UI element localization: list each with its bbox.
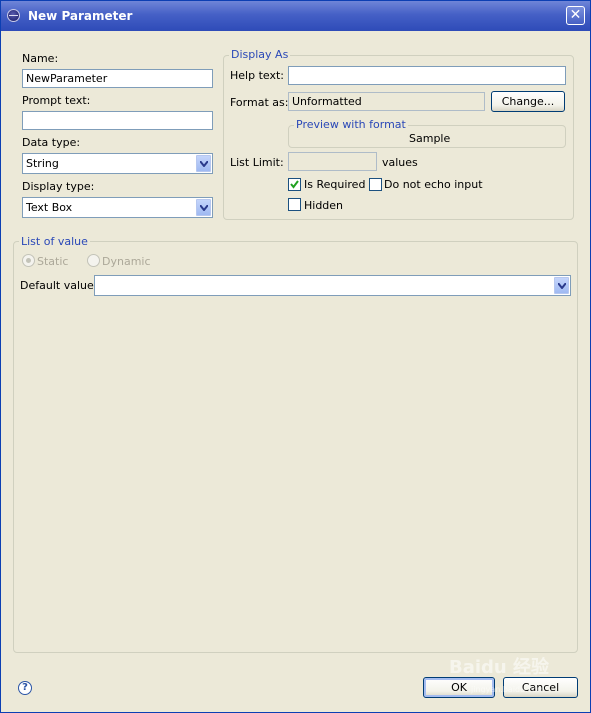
help-icon[interactable]: ?	[18, 681, 32, 695]
close-button[interactable]: ✕	[566, 6, 585, 25]
values-label: values	[382, 156, 418, 169]
data-type-label: Data type:	[22, 136, 81, 149]
prompt-text-field[interactable]	[22, 111, 213, 130]
default-value-select[interactable]	[94, 275, 571, 296]
hidden-checkbox[interactable]	[288, 198, 301, 211]
name-field[interactable]: NewParameter	[22, 69, 213, 88]
name-label: Name:	[22, 52, 59, 65]
format-as-field: Unformatted	[288, 92, 485, 111]
chevron-down-icon[interactable]	[554, 277, 569, 294]
dialog-title: New Parameter	[28, 9, 133, 23]
baidu-watermark-url: jingyan.baidu.com	[471, 685, 545, 694]
display-as-title: Display As	[229, 48, 291, 61]
is-required-label: Is Required	[304, 178, 366, 191]
list-limit-field	[288, 152, 377, 171]
display-type-value: Text Box	[26, 201, 73, 214]
format-as-label: Format as:	[230, 96, 289, 109]
display-type-select[interactable]: Text Box	[22, 197, 213, 218]
prompt-text-label: Prompt text:	[22, 94, 91, 107]
help-text-field[interactable]	[288, 66, 566, 85]
data-type-value: String	[26, 157, 59, 170]
list-of-value-title: List of value	[19, 235, 90, 248]
chevron-down-icon[interactable]	[196, 155, 211, 172]
preview-sample: Sample	[409, 132, 451, 145]
static-label: Static	[37, 255, 69, 268]
hidden-label: Hidden	[304, 199, 344, 212]
baidu-watermark: Baidu 经验	[449, 657, 550, 678]
default-value-label: Default value:	[20, 279, 98, 292]
eclipse-icon	[7, 9, 20, 22]
help-text-label: Help text:	[230, 69, 284, 82]
title-bar[interactable]: New Parameter ✕	[1, 1, 590, 31]
chevron-down-icon[interactable]	[196, 199, 211, 216]
data-type-select[interactable]: String	[22, 153, 213, 174]
no-echo-label: Do not echo input	[384, 178, 483, 191]
display-type-label: Display type:	[22, 180, 95, 193]
is-required-checkbox[interactable]	[288, 178, 301, 191]
preview-title: Preview with format	[294, 118, 408, 131]
dynamic-label: Dynamic	[102, 255, 151, 268]
checkmark-icon	[290, 180, 299, 189]
static-radio[interactable]	[22, 254, 35, 267]
list-limit-label: List Limit:	[230, 156, 284, 169]
dialog-window: New Parameter ✕ Name: NewParameter Promp…	[0, 0, 591, 713]
dynamic-radio[interactable]	[87, 254, 100, 267]
no-echo-checkbox[interactable]	[369, 178, 382, 191]
change-format-button[interactable]: Change...	[491, 91, 565, 112]
list-of-value-group	[13, 241, 578, 653]
